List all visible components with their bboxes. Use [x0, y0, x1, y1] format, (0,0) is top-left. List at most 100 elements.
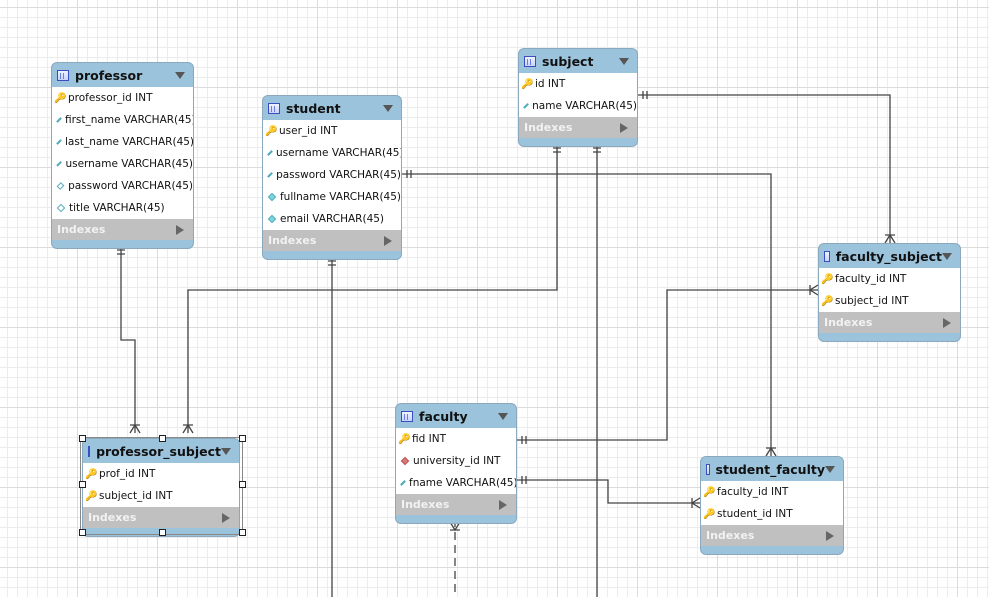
column-label: last_name VARCHAR(45) [65, 136, 194, 148]
column-label: password VARCHAR(45) [68, 180, 193, 192]
resize-handle[interactable] [79, 529, 86, 536]
column-row[interactable]: email VARCHAR(45) [263, 208, 401, 230]
table-student[interactable]: student 🔑 user_id INT username VARCHAR(45) p… [262, 95, 402, 260]
column-label: professor_id INT [68, 92, 153, 104]
collapse-arrow-icon[interactable] [498, 412, 508, 420]
column-label: title VARCHAR(45) [69, 202, 165, 214]
table-header[interactable]: student [263, 96, 401, 120]
not-null-diamond-icon [267, 214, 277, 224]
column-label: email VARCHAR(45) [280, 213, 385, 225]
column-label: password VARCHAR(45) [276, 169, 401, 181]
column-row[interactable]: name VARCHAR(45) [519, 95, 637, 117]
indexes-section[interactable]: Indexes [819, 312, 960, 333]
table-icon [401, 410, 413, 422]
collapse-arrow-icon[interactable] [175, 71, 185, 79]
table-student_faculty[interactable]: student_faculty 🔑 faculty_id INT 🔑 student_i… [700, 456, 844, 555]
collapse-arrow-icon[interactable] [825, 465, 835, 473]
column-row[interactable]: 🔑 faculty_id INT [819, 268, 960, 290]
nullable-diamond-icon [56, 203, 66, 213]
nullable-diamond-icon [56, 117, 62, 123]
column-row[interactable]: title VARCHAR(45) [52, 197, 193, 219]
indexes-section[interactable]: Indexes [263, 230, 401, 251]
indexes-section[interactable]: Indexes [396, 494, 516, 515]
table-name: student [286, 100, 341, 116]
rel-subject-faculty_subject [638, 94, 891, 243]
table-header[interactable]: student_faculty [701, 457, 843, 481]
column-row[interactable]: fname VARCHAR(45) [396, 472, 516, 494]
table-subject[interactable]: subject 🔑 id INT name VARCHAR(45) Indexes [518, 48, 638, 147]
table-header[interactable]: subject [519, 49, 637, 73]
key-icon: 🔑 [521, 78, 534, 90]
indexes-section[interactable]: Indexes [519, 117, 637, 138]
table-name: faculty [419, 408, 468, 424]
table-header[interactable]: professor [52, 63, 193, 87]
not-null-diamond-icon [400, 480, 406, 486]
column-label: fullname VARCHAR(45) [279, 191, 401, 203]
column-row[interactable]: username VARCHAR(45) [263, 142, 401, 164]
foreign-key-icon: 🔑 [821, 295, 834, 307]
collapse-arrow-icon[interactable] [383, 104, 393, 112]
foreign-key-diamond-icon [400, 456, 410, 466]
selection-frame [80, 437, 243, 535]
nullable-diamond-icon [56, 161, 63, 167]
table-name: student_faculty [715, 461, 825, 477]
column-label: subject_id INT [835, 295, 909, 307]
resize-handle[interactable] [79, 435, 86, 442]
table-name: professor [75, 67, 143, 83]
column-label: faculty_id INT [717, 486, 789, 498]
column-row[interactable]: 🔑 id INT [519, 73, 637, 95]
resize-handle[interactable] [79, 481, 86, 488]
column-row[interactable]: last_name VARCHAR(45) [52, 131, 193, 153]
table-icon [268, 102, 280, 114]
table-icon [824, 250, 830, 262]
resize-handle[interactable] [239, 435, 246, 442]
resize-handle[interactable] [159, 435, 166, 442]
table-header[interactable]: faculty [396, 404, 516, 428]
column-row[interactable]: 🔑 subject_id INT [819, 290, 960, 312]
indexes-section[interactable]: Indexes [52, 219, 193, 240]
expand-arrow-icon[interactable] [384, 235, 392, 246]
key-icon: 🔑 [265, 125, 278, 137]
column-row[interactable]: 🔑 faculty_id INT [701, 481, 843, 503]
table-professor[interactable]: professor 🔑 professor_id INT first_name VAR… [51, 62, 194, 249]
column-row[interactable]: 🔑 fid INT [396, 428, 516, 450]
column-row[interactable]: password VARCHAR(45) [52, 175, 193, 197]
not-null-diamond-icon [267, 172, 273, 178]
expand-arrow-icon[interactable] [826, 530, 834, 541]
collapse-arrow-icon[interactable] [619, 57, 629, 65]
resize-handle[interactable] [159, 529, 166, 536]
not-null-diamond-icon [267, 192, 277, 202]
expand-arrow-icon[interactable] [499, 499, 507, 510]
expand-arrow-icon[interactable] [620, 122, 628, 133]
indexes-label: Indexes [268, 234, 317, 247]
column-row[interactable]: username VARCHAR(45) [52, 153, 193, 175]
table-faculty[interactable]: faculty 🔑 fid INT university_id INT fname VA… [395, 403, 517, 524]
expand-arrow-icon[interactable] [943, 317, 951, 328]
column-row[interactable]: password VARCHAR(45) [263, 164, 401, 186]
collapse-arrow-icon[interactable] [942, 252, 952, 260]
column-row[interactable]: first_name VARCHAR(45) [52, 109, 193, 131]
column-row[interactable]: 🔑 user_id INT [263, 120, 401, 142]
key-icon: 🔑 [398, 433, 411, 445]
table-icon [524, 55, 536, 67]
resize-handle[interactable] [239, 481, 246, 488]
column-label: user_id INT [279, 125, 338, 137]
column-row[interactable]: 🔑 professor_id INT [52, 87, 193, 109]
expand-arrow-icon[interactable] [176, 224, 184, 235]
resize-handle[interactable] [239, 529, 246, 536]
column-row[interactable]: fullname VARCHAR(45) [263, 186, 401, 208]
indexes-label: Indexes [524, 121, 573, 134]
indexes-label: Indexes [57, 223, 106, 236]
table-faculty_subject[interactable]: faculty_subject 🔑 faculty_id INT 🔑 subject_i… [818, 243, 961, 342]
column-row[interactable]: 🔑 student_id INT [701, 503, 843, 525]
table-header[interactable]: faculty_subject [819, 244, 960, 268]
indexes-section[interactable]: Indexes [701, 525, 843, 546]
column-row[interactable]: university_id INT [396, 450, 516, 472]
column-label: student_id INT [717, 508, 793, 520]
column-label: fid INT [412, 433, 446, 445]
column-label: id INT [535, 78, 566, 90]
foreign-key-icon: 🔑 [703, 508, 716, 520]
column-label: fname VARCHAR(45) [409, 477, 517, 489]
indexes-label: Indexes [706, 529, 755, 542]
foreign-key-icon: 🔑 [703, 486, 716, 498]
